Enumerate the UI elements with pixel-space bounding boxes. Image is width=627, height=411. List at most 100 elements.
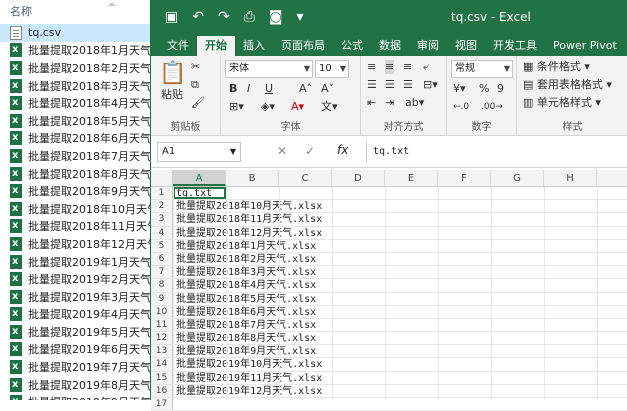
column-header[interactable]: A bbox=[173, 170, 226, 186]
row-header[interactable]: 12 bbox=[151, 332, 173, 345]
column-header[interactable]: F bbox=[438, 170, 491, 186]
increase-font-icon[interactable]: A˄ bbox=[299, 82, 312, 96]
merge-center-icon[interactable]: ⊟▾ bbox=[423, 78, 438, 92]
file-list-item[interactable]: 批量提取2018年2月天气.xls bbox=[0, 59, 159, 77]
cell-a[interactable]: 批量提取2018年7月天气.xlsx bbox=[173, 319, 627, 331]
copy-icon[interactable]: ⧉ bbox=[191, 78, 199, 92]
cell-a[interactable]: 批量提取2018年10月天气.xlsx bbox=[173, 200, 627, 212]
ribbon-tab[interactable]: 开始 bbox=[197, 36, 235, 56]
file-list-item[interactable]: 批量提取2018年10月天气.xls bbox=[0, 200, 159, 218]
file-list-item[interactable]: 批量提取2019年7月天气.xls bbox=[0, 358, 159, 376]
ribbon-tab[interactable]: 数据 bbox=[371, 36, 409, 56]
column-header[interactable]: E bbox=[385, 170, 438, 186]
file-list-item[interactable]: 批量提取2018年6月天气.xls bbox=[0, 130, 159, 148]
file-list-item[interactable]: 批量提取2018年5月天气.xls bbox=[0, 112, 159, 130]
font-size-select[interactable]: 10 ▼ bbox=[315, 60, 349, 78]
format-painter-icon[interactable]: 🖌 bbox=[191, 96, 205, 110]
column-header[interactable]: B bbox=[226, 170, 279, 186]
camera-icon[interactable]: ◙ bbox=[269, 9, 283, 25]
file-list-item[interactable]: tq.csv bbox=[0, 24, 159, 42]
cell-a[interactable]: 批量提取2018年3月天气.xlsx bbox=[173, 266, 627, 278]
file-list-item[interactable]: 批量提取2018年3月天气.xls bbox=[0, 77, 159, 95]
save-icon[interactable]: ▣ bbox=[165, 9, 178, 25]
paste-icon[interactable]: 📋 bbox=[159, 62, 186, 86]
ribbon-tab[interactable]: 公式 bbox=[333, 36, 371, 56]
row-header[interactable]: 15 bbox=[151, 371, 173, 384]
align-top-icon[interactable]: ≡ bbox=[367, 60, 376, 74]
ribbon-tab[interactable]: 文件 bbox=[159, 36, 197, 56]
increase-indent-icon[interactable]: ⇥ bbox=[385, 96, 394, 110]
orientation-icon[interactable]: ab▾ bbox=[405, 96, 424, 110]
fill-color-icon[interactable]: ◈▾ bbox=[261, 100, 275, 114]
currency-icon[interactable]: ¥▾ bbox=[453, 82, 466, 96]
name-box[interactable]: A1 ▼ bbox=[157, 142, 241, 162]
cell-a[interactable]: 批量提取2018年2月天气.xlsx bbox=[173, 253, 627, 265]
italic-button[interactable]: I bbox=[247, 82, 250, 96]
row-header[interactable]: 9 bbox=[151, 292, 173, 305]
align-center-icon[interactable]: ☰ bbox=[385, 78, 395, 92]
cell-a[interactable]: 批量提取2018年11月天气.xlsx bbox=[173, 213, 627, 225]
file-list-item[interactable]: 批量提取2019年5月天气.xls bbox=[0, 323, 159, 341]
format-as-table-button[interactable]: ▤ 套用表格格式 ▾ bbox=[523, 78, 612, 92]
ribbon-tab[interactable]: 审阅 bbox=[409, 36, 447, 56]
select-all-corner[interactable] bbox=[151, 170, 173, 186]
name-column-header[interactable]: 名称 ^ bbox=[0, 0, 159, 24]
row-header[interactable]: 16 bbox=[151, 384, 173, 397]
wrap-text-icon[interactable]: ⤶ bbox=[423, 60, 429, 74]
row-header[interactable]: 1 bbox=[151, 187, 173, 200]
increase-decimal-icon[interactable]: ←.0 bbox=[453, 100, 469, 114]
align-left-icon[interactable]: ☰ bbox=[367, 78, 377, 92]
row-header[interactable]: 3 bbox=[151, 213, 173, 226]
print-preview-icon[interactable]: ⎙ bbox=[244, 9, 255, 25]
row-header[interactable]: 4 bbox=[151, 226, 173, 239]
row-header[interactable]: 10 bbox=[151, 305, 173, 318]
column-header[interactable]: D bbox=[332, 170, 385, 186]
row-header[interactable]: 14 bbox=[151, 358, 173, 371]
underline-button[interactable]: U bbox=[265, 82, 273, 96]
file-list-item[interactable]: 批量提取2018年11月天气.xls bbox=[0, 218, 159, 236]
file-list-item[interactable]: 批量提取2019年4月天气.xls bbox=[0, 306, 159, 324]
cell-a[interactable]: tq.txt bbox=[173, 187, 226, 200]
align-middle-icon[interactable]: ≡ bbox=[385, 60, 395, 74]
enter-icon[interactable]: ✓ bbox=[305, 144, 315, 158]
font-color-icon[interactable]: A▾ bbox=[291, 100, 304, 114]
cell-styles-button[interactable]: ▥ 单元格样式 ▾ bbox=[523, 96, 601, 110]
row-header[interactable]: 11 bbox=[151, 318, 173, 332]
file-list-item[interactable]: 批量提取2018年9月天气.xls bbox=[0, 182, 159, 200]
file-list-item[interactable]: 批量提取2019年2月天气.xls bbox=[0, 270, 159, 288]
cut-icon[interactable]: ✂ bbox=[191, 60, 200, 74]
cell-a[interactable]: 批量提取2018年5月天气.xlsx bbox=[173, 293, 627, 305]
file-list-item[interactable]: 批量提取2018年1月天气.xls bbox=[0, 42, 159, 60]
file-list-item[interactable]: 批量提取2019年6月天气.xls bbox=[0, 341, 159, 359]
phonetic-icon[interactable]: 文▾ bbox=[321, 100, 338, 114]
redo-icon[interactable]: ↷ bbox=[218, 9, 230, 25]
cell-a[interactable]: 批量提取2019年10月天气.xlsx bbox=[173, 358, 627, 370]
ribbon-tab[interactable]: 插入 bbox=[235, 36, 273, 56]
decrease-indent-icon[interactable]: ⇤ bbox=[367, 96, 376, 110]
column-header[interactable]: G bbox=[491, 170, 544, 186]
row-header[interactable]: 8 bbox=[151, 279, 173, 292]
align-bottom-icon[interactable]: ≡ bbox=[403, 60, 412, 74]
insert-function-button[interactable]: fx bbox=[337, 143, 348, 157]
ribbon-tab[interactable]: 开发工具 bbox=[485, 36, 545, 56]
cell-a[interactable]: 批量提取2018年8月天气.xlsx bbox=[173, 332, 627, 344]
file-list-item[interactable]: 批量提取2019年1月天气.xls bbox=[0, 253, 159, 271]
row-header[interactable]: 7 bbox=[151, 266, 173, 279]
decrease-decimal-icon[interactable]: .00→ bbox=[481, 100, 503, 114]
border-icon[interactable]: ⊞▾ bbox=[229, 100, 244, 114]
cell-a[interactable]: 批量提取2018年12月天气.xlsx bbox=[173, 227, 627, 239]
file-list-item[interactable]: 批量提取2019年8月天气.xls bbox=[0, 376, 159, 394]
align-right-icon[interactable]: ☰ bbox=[403, 78, 413, 92]
formula-input[interactable]: tq.txt bbox=[366, 142, 627, 162]
ribbon-tab[interactable]: 页面布局 bbox=[273, 36, 333, 56]
customize-qat-icon[interactable]: ▾ bbox=[297, 9, 304, 25]
cell-a[interactable]: 批量提取2019年11月天气.xlsx bbox=[173, 372, 627, 384]
paste-button[interactable]: 粘贴 bbox=[161, 88, 183, 102]
row-header[interactable]: 6 bbox=[151, 252, 173, 266]
row-header[interactable]: 2 bbox=[151, 200, 173, 213]
row-header[interactable]: 5 bbox=[151, 239, 173, 252]
file-list-item[interactable]: 批量提取2019年9月天气.xls bbox=[0, 393, 159, 400]
file-list-item[interactable]: 批量提取2018年8月天气.xls bbox=[0, 165, 159, 183]
cell-a[interactable]: 批量提取2018年4月天气.xlsx bbox=[173, 279, 627, 291]
cell-a[interactable]: 批量提取2018年9月天气.xlsx bbox=[173, 345, 627, 357]
